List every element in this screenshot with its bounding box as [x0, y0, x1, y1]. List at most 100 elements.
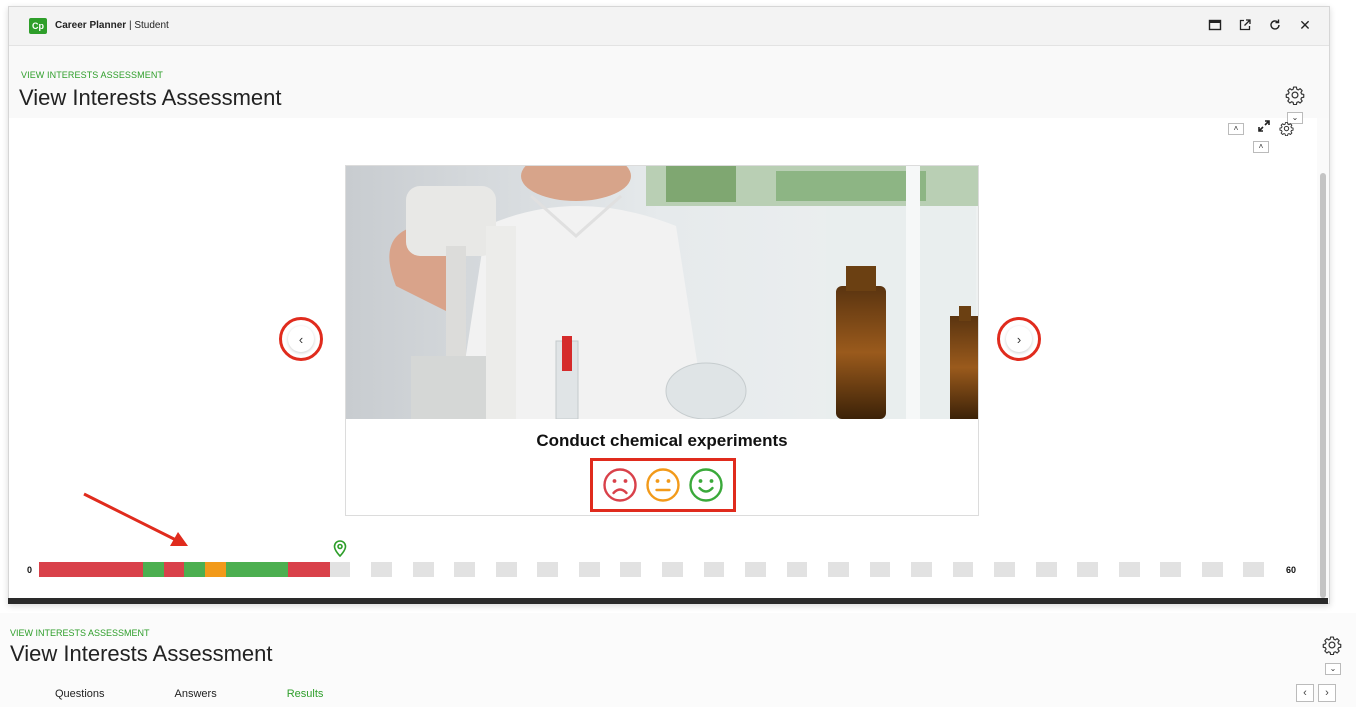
neutral-face-icon[interactable]	[645, 467, 681, 503]
progress-segment	[1056, 562, 1078, 577]
activity-card: Conduct chemical experiments	[345, 165, 979, 516]
progress-segment	[599, 562, 621, 577]
progress-segment	[350, 562, 372, 577]
collapse-toggle[interactable]: ⌄	[1325, 663, 1341, 675]
gear-icon[interactable]	[1285, 85, 1305, 106]
progress-segment	[1201, 562, 1223, 577]
progress-segment	[495, 562, 517, 577]
progress-segment	[745, 562, 766, 577]
progress-segment	[246, 562, 268, 577]
modal-scrollbar[interactable]	[1317, 118, 1329, 603]
breadcrumb[interactable]: VIEW INTERESTS ASSESSMENT	[21, 70, 163, 80]
progress-segment	[1035, 562, 1057, 577]
progress-segment	[682, 562, 704, 577]
chevron-left-icon: ‹	[288, 326, 314, 352]
gear-icon[interactable]	[1322, 635, 1342, 656]
progress-segment	[828, 562, 849, 577]
previous-page-button[interactable]: ‹	[1296, 684, 1314, 702]
progress-min-label: 0	[27, 565, 33, 575]
progress-segment	[703, 562, 725, 577]
close-icon[interactable]: ✕	[1297, 16, 1313, 34]
next-button[interactable]: ›	[997, 317, 1041, 361]
progress-segment	[454, 562, 476, 577]
progress-segment	[475, 562, 496, 577]
progress-max-label: 60	[1286, 565, 1297, 575]
app-logo: Cp	[29, 18, 47, 34]
breadcrumb[interactable]: VIEW INTERESTS ASSESSMENT	[10, 628, 150, 638]
annotation-arrow	[83, 492, 188, 546]
previous-button[interactable]: ‹	[279, 317, 323, 361]
chevron-right-icon: ›	[1006, 326, 1032, 352]
dislike-face-icon[interactable]	[602, 467, 638, 503]
next-page-button[interactable]: ›	[1318, 684, 1336, 702]
tab-results[interactable]: Results	[287, 688, 324, 700]
activity-title: Conduct chemical experiments	[536, 431, 788, 450]
progress-segment	[1118, 562, 1140, 577]
progress-segment	[267, 562, 289, 577]
widget-gear-icon[interactable]	[1279, 121, 1294, 137]
progress-segment	[620, 562, 642, 577]
progress-segment	[101, 562, 123, 577]
progress-segment	[59, 562, 81, 577]
maximize-icon[interactable]	[1207, 16, 1223, 34]
progress-segment	[516, 562, 538, 577]
app-name: Career Planner	[55, 20, 127, 31]
progress-segment	[1181, 562, 1202, 577]
progress-segment	[1077, 562, 1099, 577]
window-controls: ✕	[1207, 16, 1313, 34]
activity-image	[346, 166, 978, 419]
move-up-button-2[interactable]: ˄	[1253, 141, 1269, 153]
progress-segment	[641, 562, 662, 577]
progress-segment	[848, 562, 870, 577]
progress-segment	[578, 562, 600, 577]
popout-icon[interactable]	[1237, 16, 1253, 34]
progress-segment	[890, 562, 912, 577]
progress-segment	[1243, 562, 1265, 577]
progress-segment	[225, 562, 247, 577]
tab-answers[interactable]: Answers	[175, 688, 217, 700]
progress-segment	[163, 562, 185, 577]
progress-segment	[142, 562, 164, 577]
progress-bar	[39, 562, 1285, 577]
progress-segment	[80, 562, 102, 577]
response-options	[590, 458, 736, 512]
progress-segment	[537, 562, 559, 577]
modal-titlebar: Cp Career Planner | Student ✕	[9, 7, 1329, 46]
scrollbar-thumb[interactable]	[1320, 173, 1326, 598]
progress-segment	[122, 562, 143, 577]
progress-segment	[205, 562, 226, 577]
like-face-icon[interactable]	[688, 467, 724, 503]
app-role: Student	[134, 20, 169, 31]
results-tabs: Questions Answers Results	[55, 688, 393, 700]
progress-segment	[1264, 562, 1285, 577]
move-up-button[interactable]: ˄	[1228, 123, 1244, 135]
progress-segment	[392, 562, 413, 577]
progress-segment	[558, 562, 579, 577]
progress-segment	[931, 562, 953, 577]
progress-segment	[765, 562, 787, 577]
progress-segment	[371, 562, 393, 577]
progress-segment	[412, 562, 434, 577]
progress-segment	[1139, 562, 1161, 577]
progress-segment	[869, 562, 891, 577]
progress-segment	[724, 562, 746, 577]
assessment-modal: Cp Career Planner | Student ✕ VIEW INTER…	[8, 6, 1330, 604]
progress-segment	[661, 562, 683, 577]
progress-segment	[433, 562, 455, 577]
title-separator: |	[128, 20, 132, 31]
location-pin-icon	[333, 540, 347, 558]
progress-segment	[329, 562, 351, 577]
progress-segment	[288, 562, 309, 577]
page-title: View Interests Assessment	[10, 641, 273, 666]
progress-segment	[184, 562, 206, 577]
expand-icon[interactable]	[1257, 119, 1271, 133]
progress-segment	[807, 562, 829, 577]
page-title: View Interests Assessment	[19, 85, 282, 110]
progress-segment	[1222, 562, 1244, 577]
tab-questions[interactable]: Questions	[55, 688, 105, 700]
progress-segment	[39, 562, 60, 577]
refresh-icon[interactable]	[1267, 16, 1283, 34]
progress-segment	[973, 562, 995, 577]
progress-segment	[1160, 562, 1182, 577]
app-title: Career Planner | Student	[55, 20, 169, 31]
